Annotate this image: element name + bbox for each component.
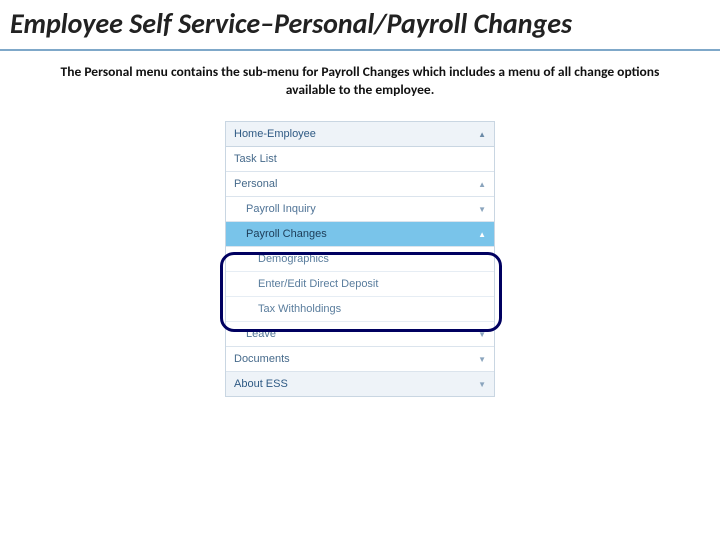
menu-home-employee[interactable]: Home-Employee ▲ [226, 122, 494, 147]
menu-leave[interactable]: Leave ▼ [226, 322, 494, 347]
menu-documents[interactable]: Documents ▼ [226, 347, 494, 372]
collapse-up-icon: ▲ [478, 130, 486, 139]
page-subtitle: The Personal menu contains the sub-menu … [0, 51, 720, 113]
menu-leave-label: Leave [246, 328, 276, 340]
menu-home-label: Home-Employee [234, 128, 316, 140]
menu-about-ess[interactable]: About ESS ▼ [226, 372, 494, 396]
menu-personal-label: Personal [234, 178, 277, 190]
menu-direct-deposit[interactable]: Enter/Edit Direct Deposit [226, 272, 494, 297]
menu-payroll-inquiry[interactable]: Payroll Inquiry ▼ [226, 197, 494, 222]
menu-payroll-changes[interactable]: Payroll Changes ▲ [226, 222, 494, 247]
menu-tax-withholdings-label: Tax Withholdings [258, 303, 341, 315]
menu-direct-deposit-label: Enter/Edit Direct Deposit [258, 278, 378, 290]
menu-task-list[interactable]: Task List [226, 147, 494, 172]
page-title: Employee Self Service–Personal/Payroll C… [0, 0, 720, 51]
menu-demographics-label: Demographics [258, 253, 329, 265]
page-subtitle-text: The Personal menu contains the sub-menu … [61, 63, 660, 98]
collapse-up-icon: ▲ [478, 230, 486, 239]
expand-down-icon: ▼ [478, 380, 486, 389]
expand-down-icon: ▼ [478, 330, 486, 339]
menu-payroll-inquiry-label: Payroll Inquiry [246, 203, 316, 215]
menu-demographics[interactable]: Demographics [226, 247, 494, 272]
page-title-text: Employee Self Service–Personal/Payroll C… [10, 6, 572, 41]
menu-about-label: About ESS [234, 378, 288, 390]
menu-task-list-label: Task List [234, 153, 277, 165]
menu-personal[interactable]: Personal ▲ [226, 172, 494, 197]
expand-down-icon: ▼ [478, 355, 486, 364]
navigation-menu: Home-Employee ▲ Task List Personal ▲ Pay… [225, 121, 495, 397]
expand-down-icon: ▼ [478, 205, 486, 214]
menu-payroll-changes-label: Payroll Changes [246, 228, 327, 240]
menu-documents-label: Documents [234, 353, 290, 365]
collapse-up-icon: ▲ [478, 180, 486, 189]
menu-tax-withholdings[interactable]: Tax Withholdings [226, 297, 494, 322]
